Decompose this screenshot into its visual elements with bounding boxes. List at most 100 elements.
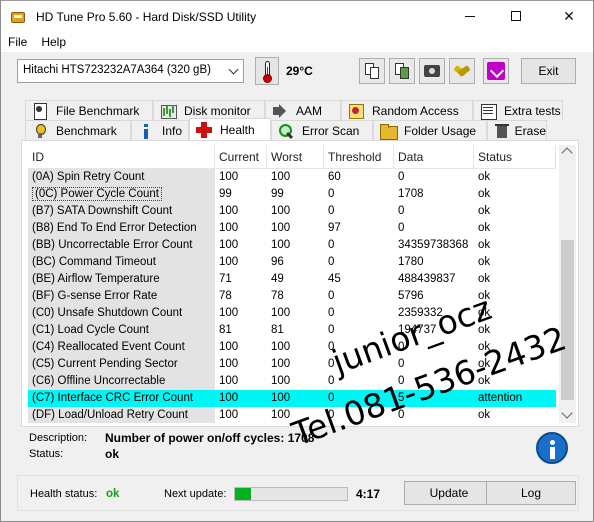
cell-id: (DF) Load/Unload Retry Count	[28, 407, 215, 423]
tab-error-scan[interactable]: Error Scan	[271, 120, 373, 140]
title-bar[interactable]: HD Tune Pro 5.60 - Hard Disk/SSD Utility…	[1, 1, 593, 32]
cell-threshold: 0	[328, 239, 335, 251]
tab-aam[interactable]: AAM	[265, 100, 341, 120]
minimize-button[interactable]	[447, 1, 493, 31]
exit-button[interactable]: Exit	[521, 58, 576, 84]
cell-status: ok	[478, 358, 491, 370]
column-id[interactable]: ID	[28, 145, 215, 169]
options-icon	[453, 64, 471, 78]
cell-id: (0A) Spin Retry Count	[28, 169, 215, 186]
health-status-value: ok	[106, 488, 120, 500]
table-row[interactable]: (BE) Airflow Temperature 71 49 45 488439837 o…	[28, 271, 556, 288]
cell-id: (C0) Unsafe Shutdown Count	[28, 305, 215, 322]
drive-select[interactable]: Hitachi HTS723232A7A364 (320 gB)	[17, 59, 244, 83]
screenshot-button[interactable]	[419, 58, 445, 84]
column-current[interactable]: Current	[215, 145, 267, 169]
cell-current: 100	[219, 375, 239, 387]
copy-text-icon	[365, 63, 379, 79]
window-title: HD Tune Pro 5.60 - Hard Disk/SSD Utility	[36, 9, 257, 24]
tab-disk-monitor[interactable]: Disk monitor	[153, 100, 265, 120]
cell-threshold: 0	[328, 358, 335, 370]
scroll-down-icon[interactable]	[561, 407, 573, 419]
column-data[interactable]: Data	[394, 145, 474, 169]
close-button[interactable]: ✕	[546, 1, 592, 31]
column-worst[interactable]: Worst	[267, 145, 324, 169]
table-row[interactable]: (C0) Unsafe Shutdown Count 100 100 0 2359332…	[28, 305, 556, 322]
close-icon: ✕	[563, 7, 575, 24]
table-row[interactable]: (C6) Offline Uncorrectable 100 100 0 0 ok	[28, 373, 556, 390]
tab-folder-usage[interactable]: Folder Usage	[373, 120, 487, 140]
log-button[interactable]: Log	[486, 481, 576, 505]
cell-threshold: 0	[328, 375, 335, 387]
cell-status: ok	[478, 375, 491, 387]
cell-current: 99	[219, 188, 232, 200]
cell-id: (B7) SATA Downshift Count	[28, 203, 215, 220]
tab-erase[interactable]: Erase	[487, 120, 547, 140]
column-status[interactable]: Status	[474, 145, 556, 169]
table-row[interactable]: (C4) Reallocated Event Count 100 100 0 0 ok	[28, 339, 556, 356]
options-button[interactable]	[449, 58, 475, 84]
health-cross-icon	[196, 121, 212, 138]
menu-help[interactable]: Help	[34, 35, 73, 49]
table-row[interactable]: (B7) SATA Downshift Count 100 100 0 0 ok	[28, 203, 556, 220]
cell-worst: 49	[271, 273, 284, 285]
cell-current: 81	[219, 324, 232, 336]
tab-info[interactable]: Info	[131, 120, 189, 140]
app-window: HD Tune Pro 5.60 - Hard Disk/SSD Utility…	[0, 0, 594, 522]
scroll-thumb[interactable]	[561, 240, 574, 400]
table-row[interactable]: (B8) End To End Error Detection 100 100 97 0…	[28, 220, 556, 237]
cell-status: attention	[474, 390, 556, 407]
cell-data: 0	[398, 375, 405, 387]
tab-file-benchmark[interactable]: File Benchmark	[25, 100, 153, 120]
next-update-label: Next update:	[164, 488, 227, 500]
cell-status: ok	[478, 256, 491, 268]
trash-icon	[494, 123, 509, 139]
info-circle-icon[interactable]	[536, 432, 568, 464]
tab-health[interactable]: Health	[189, 118, 271, 140]
cell-data: 34359738368	[398, 239, 469, 251]
cell-id: (0C) Power Cycle Count	[28, 186, 215, 203]
cell-data: 0	[398, 409, 405, 421]
table-row[interactable]: (0A) Spin Retry Count 100 100 60 0 ok	[28, 169, 556, 186]
tab-random-access[interactable]: Random Access	[341, 100, 473, 120]
save-button[interactable]	[483, 58, 509, 84]
tab-benchmark[interactable]: Benchmark	[25, 120, 131, 140]
cell-worst: 78	[271, 290, 284, 302]
scroll-up-icon[interactable]	[561, 147, 573, 159]
column-threshold[interactable]: Threshold	[324, 145, 394, 169]
table-row[interactable]: (BB) Uncorrectable Error Count 100 100 0 343…	[28, 237, 556, 254]
cell-worst: 96	[271, 256, 284, 268]
cell-threshold: 0	[328, 307, 335, 319]
tab-extra-tests[interactable]: Extra tests	[473, 100, 563, 120]
cell-threshold: 97	[328, 222, 341, 234]
table-row[interactable]: (DF) Load/Unload Retry Count 100 100 0 0 ok	[28, 407, 556, 423]
cell-status: ok	[478, 171, 491, 183]
cell-worst: 100	[271, 239, 291, 251]
cell-worst: 100	[271, 409, 291, 421]
maximize-button[interactable]	[493, 1, 539, 31]
cell-data: 5796	[398, 290, 424, 302]
next-update-time: 4:17	[356, 487, 381, 501]
progress-fill	[235, 488, 251, 500]
update-button[interactable]: Update	[404, 481, 494, 505]
smart-table[interactable]: ID Current Worst Threshold Data Status (…	[28, 145, 556, 423]
description-label: Description:	[29, 432, 88, 444]
copy-info-button[interactable]	[389, 58, 415, 84]
cell-data: 1708	[398, 188, 424, 200]
cell-data: 1780	[398, 256, 424, 268]
table-row[interactable]: (C1) Load Cycle Count 81 81 0 194737 ok	[28, 322, 556, 339]
cell-data: 0	[398, 222, 405, 234]
table-row[interactable]: (C7) Interface CRC Error Count 100 100 0 5 at…	[28, 390, 556, 407]
cell-status: ok	[478, 222, 491, 234]
cell-threshold: 0	[328, 409, 335, 421]
menu-file[interactable]: File	[8, 35, 34, 49]
table-row[interactable]: (C5) Current Pending Sector 100 100 0 0 ok	[28, 356, 556, 373]
vertical-scrollbar[interactable]	[559, 145, 576, 423]
copy-text-button[interactable]	[359, 58, 385, 84]
table-row[interactable]: (BC) Command Timeout 100 96 0 1780 ok	[28, 254, 556, 271]
drive-select-value: Hitachi HTS723232A7A364 (320 gB)	[23, 64, 211, 76]
cell-worst: 99	[271, 188, 284, 200]
disk-monitor-icon	[160, 103, 177, 119]
table-row[interactable]: (0C) Power Cycle Count 99 99 0 1708 ok	[28, 186, 556, 203]
table-row[interactable]: (BF) G-sense Error Rate 78 78 0 5796 ok	[28, 288, 556, 305]
